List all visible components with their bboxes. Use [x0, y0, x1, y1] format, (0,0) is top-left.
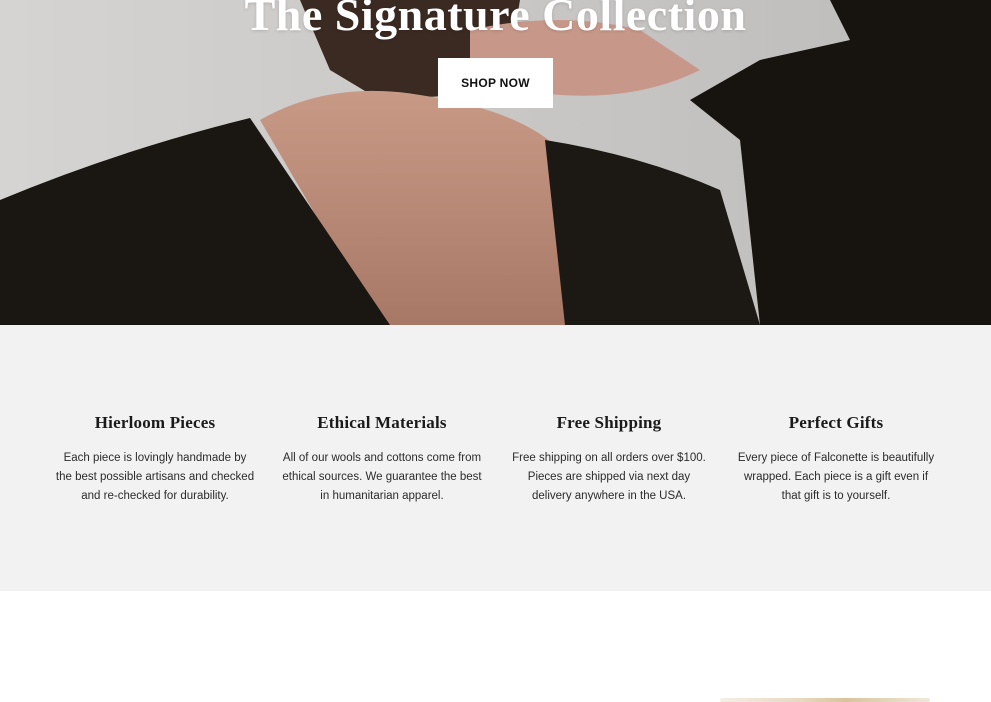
feature-title: Ethical Materials: [317, 413, 447, 432]
hero-title: The Signature Collection: [244, 0, 747, 40]
feature-ethical: Ethical Materials All of our wools and c…: [268, 413, 496, 506]
feature-shipping: Free Shipping Free shipping on all order…: [495, 413, 723, 506]
feature-description: Each piece is lovingly handmade by the b…: [55, 452, 255, 502]
shop-now-button[interactable]: SHOP NOW: [438, 58, 553, 108]
feature-title: Perfect Gifts: [788, 413, 884, 432]
hero-banner: The Signature Collection SHOP NOW: [0, 0, 991, 325]
feature-title: Hierloom Pieces: [94, 413, 216, 432]
hero-photo: [0, 0, 991, 325]
feature-description: All of our wools and cottons come from e…: [282, 452, 482, 502]
feature-gifts: Perfect Gifts Every piece of Falconette …: [722, 413, 950, 506]
feature-description: Every piece of Falconette is beautifully…: [737, 452, 935, 502]
features-section: Hierloom Pieces Each piece is lovingly h…: [0, 325, 991, 591]
feature-heirloom: Hierloom Pieces Each piece is lovingly h…: [41, 413, 269, 506]
next-section: [0, 591, 991, 702]
product-image-peek: [720, 698, 930, 702]
feature-title: Free Shipping: [556, 413, 662, 432]
feature-description: Free shipping on all orders over $100. P…: [512, 452, 706, 502]
